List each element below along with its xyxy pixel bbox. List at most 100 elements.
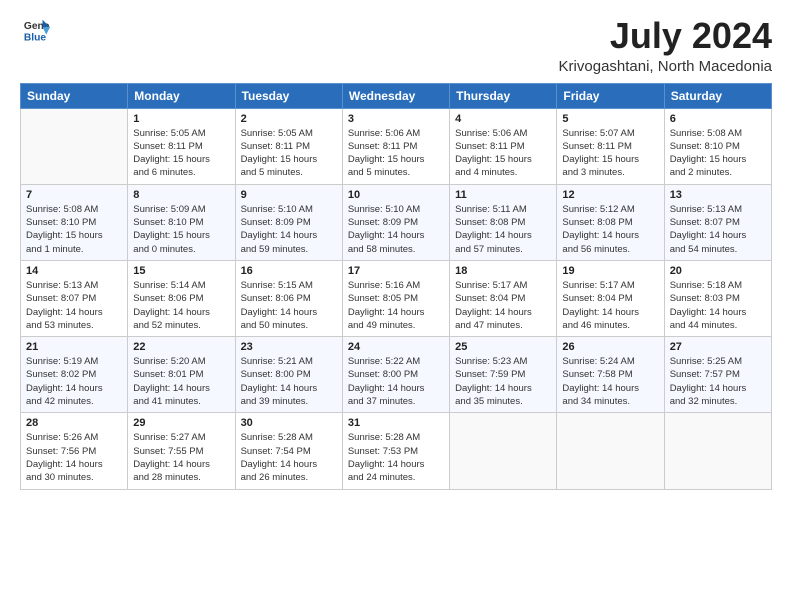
day-number: 17 [348,265,444,277]
calendar-table: Sunday Monday Tuesday Wednesday Thursday… [20,83,772,490]
day-number: 19 [562,265,658,277]
day-number: 6 [670,113,766,125]
day-number: 22 [133,341,229,353]
calendar-cell-4-3: 31 Sunrise: 5:28 AMSunset: 7:53 PMDayligh… [342,413,449,489]
day-info: Sunrise: 5:05 AMSunset: 8:11 PMDaylight:… [133,127,229,180]
calendar-cell-4-2: 30 Sunrise: 5:28 AMSunset: 7:54 PMDayligh… [235,413,342,489]
day-number: 1 [133,113,229,125]
calendar-cell-1-4: 11Sunrise: 5:11 AMSunset: 8:08 PMDayligh… [450,184,557,260]
week-row-2: 7 Sunrise: 5:08 AMSunset: 8:10 PMDaylight… [21,184,772,260]
calendar-cell-0-2: 2Sunrise: 5:05 AMSunset: 8:11 PMDaylight… [235,108,342,184]
week-row-5: 28 Sunrise: 5:26 AMSunset: 7:56 PMDayligh… [21,413,772,489]
day-number: 5 [562,113,658,125]
calendar-cell-3-5: 26Sunrise: 5:24 AMSunset: 7:58 PMDayligh… [557,337,664,413]
day-number: 20 [670,265,766,277]
calendar-cell-0-4: 4 Sunrise: 5:06 AMSunset: 8:11 PMDaylight… [450,108,557,184]
calendar-cell-3-4: 25 Sunrise: 5:23 AMSunset: 7:59 PMDayligh… [450,337,557,413]
day-info: Sunrise: 5:14 AMSunset: 8:06 PMDaylight:… [133,279,229,332]
day-info: Sunrise: 5:12 AMSunset: 8:08 PMDaylight:… [562,203,658,256]
week-row-1: 1 Sunrise: 5:05 AMSunset: 8:11 PMDaylight… [21,108,772,184]
header-sunday: Sunday [21,83,128,108]
day-number: 12 [562,189,658,201]
day-info: Sunrise: 5:25 AMSunset: 7:57 PMDaylight:… [670,355,766,408]
day-number: 21 [26,341,122,353]
day-info: Sunrise: 5:28 AMSunset: 7:53 PMDaylight:… [348,431,444,484]
weekday-header-row: Sunday Monday Tuesday Wednesday Thursday… [21,83,772,108]
calendar-cell-1-0: 7 Sunrise: 5:08 AMSunset: 8:10 PMDaylight… [21,184,128,260]
title-block: July 2024 Krivogashtani, North Macedonia [559,16,772,75]
day-number: 2 [241,113,337,125]
calendar-cell-3-0: 21 Sunrise: 5:19 AMSunset: 8:02 PMDayligh… [21,337,128,413]
day-info: Sunrise: 5:28 AMSunset: 7:54 PMDaylight:… [241,431,337,484]
day-info: Sunrise: 5:18 AMSunset: 8:03 PMDaylight:… [670,279,766,332]
calendar-cell-0-3: 3Sunrise: 5:06 AMSunset: 8:11 PMDaylight… [342,108,449,184]
calendar-cell-0-5: 5Sunrise: 5:07 AMSunset: 8:11 PMDaylight… [557,108,664,184]
calendar-cell-1-1: 8 Sunrise: 5:09 AMSunset: 8:10 PMDaylight… [128,184,235,260]
header-wednesday: Wednesday [342,83,449,108]
day-number: 23 [241,341,337,353]
day-info: Sunrise: 5:17 AMSunset: 8:04 PMDaylight:… [455,279,551,332]
day-number: 26 [562,341,658,353]
calendar-cell-3-3: 24Sunrise: 5:22 AMSunset: 8:00 PMDayligh… [342,337,449,413]
calendar-cell-4-5 [557,413,664,489]
calendar-cell-0-1: 1 Sunrise: 5:05 AMSunset: 8:11 PMDaylight… [128,108,235,184]
calendar-cell-2-1: 15Sunrise: 5:14 AMSunset: 8:06 PMDayligh… [128,260,235,336]
calendar-cell-4-0: 28 Sunrise: 5:26 AMSunset: 7:56 PMDayligh… [21,413,128,489]
calendar-cell-1-5: 12 Sunrise: 5:12 AMSunset: 8:08 PMDayligh… [557,184,664,260]
calendar-cell-2-5: 19 Sunrise: 5:17 AMSunset: 8:04 PMDayligh… [557,260,664,336]
header: General Blue July 2024 Krivogashtani, No… [20,16,772,75]
day-info: Sunrise: 5:23 AMSunset: 7:59 PMDaylight:… [455,355,551,408]
day-info: Sunrise: 5:16 AMSunset: 8:05 PMDaylight:… [348,279,444,332]
day-number: 16 [241,265,337,277]
calendar-cell-2-0: 14Sunrise: 5:13 AMSunset: 8:07 PMDayligh… [21,260,128,336]
day-number: 8 [133,189,229,201]
calendar-cell-1-6: 13Sunrise: 5:13 AMSunset: 8:07 PMDayligh… [664,184,771,260]
day-info: Sunrise: 5:22 AMSunset: 8:00 PMDaylight:… [348,355,444,408]
day-info: Sunrise: 5:17 AMSunset: 8:04 PMDaylight:… [562,279,658,332]
day-number: 18 [455,265,551,277]
day-info: Sunrise: 5:20 AMSunset: 8:01 PMDaylight:… [133,355,229,408]
day-info: Sunrise: 5:10 AMSunset: 8:09 PMDaylight:… [348,203,444,256]
week-row-4: 21 Sunrise: 5:19 AMSunset: 8:02 PMDayligh… [21,337,772,413]
day-number: 31 [348,417,444,429]
day-number: 30 [241,417,337,429]
day-number: 14 [26,265,122,277]
calendar-cell-2-3: 17 Sunrise: 5:16 AMSunset: 8:05 PMDayligh… [342,260,449,336]
day-info: Sunrise: 5:06 AMSunset: 8:11 PMDaylight:… [455,127,551,180]
calendar-cell-4-6 [664,413,771,489]
calendar-cell-2-4: 18 Sunrise: 5:17 AMSunset: 8:04 PMDayligh… [450,260,557,336]
header-thursday: Thursday [450,83,557,108]
header-monday: Monday [128,83,235,108]
day-number: 27 [670,341,766,353]
svg-text:Blue: Blue [24,32,47,43]
day-number: 11 [455,189,551,201]
logo: General Blue [20,16,50,44]
calendar-cell-1-3: 10 Sunrise: 5:10 AMSunset: 8:09 PMDayligh… [342,184,449,260]
day-number: 10 [348,189,444,201]
calendar-cell-2-6: 20 Sunrise: 5:18 AMSunset: 8:03 PMDayligh… [664,260,771,336]
main-title: July 2024 [559,16,772,56]
calendar-cell-4-1: 29Sunrise: 5:27 AMSunset: 7:55 PMDayligh… [128,413,235,489]
day-info: Sunrise: 5:09 AMSunset: 8:10 PMDaylight:… [133,203,229,256]
calendar-cell-0-0 [21,108,128,184]
day-info: Sunrise: 5:26 AMSunset: 7:56 PMDaylight:… [26,431,122,484]
day-number: 4 [455,113,551,125]
day-number: 7 [26,189,122,201]
day-number: 3 [348,113,444,125]
day-info: Sunrise: 5:19 AMSunset: 8:02 PMDaylight:… [26,355,122,408]
day-number: 28 [26,417,122,429]
calendar-cell-1-2: 9Sunrise: 5:10 AMSunset: 8:09 PMDaylight… [235,184,342,260]
calendar-cell-0-6: 6 Sunrise: 5:08 AMSunset: 8:10 PMDaylight… [664,108,771,184]
subtitle: Krivogashtani, North Macedonia [559,58,772,75]
calendar-cell-3-1: 22 Sunrise: 5:20 AMSunset: 8:01 PMDayligh… [128,337,235,413]
day-number: 9 [241,189,337,201]
week-row-3: 14Sunrise: 5:13 AMSunset: 8:07 PMDayligh… [21,260,772,336]
day-number: 25 [455,341,551,353]
calendar-cell-4-4 [450,413,557,489]
day-info: Sunrise: 5:08 AMSunset: 8:10 PMDaylight:… [26,203,122,256]
day-info: Sunrise: 5:13 AMSunset: 8:07 PMDaylight:… [670,203,766,256]
day-info: Sunrise: 5:21 AMSunset: 8:00 PMDaylight:… [241,355,337,408]
day-info: Sunrise: 5:08 AMSunset: 8:10 PMDaylight:… [670,127,766,180]
calendar-cell-3-2: 23 Sunrise: 5:21 AMSunset: 8:00 PMDayligh… [235,337,342,413]
day-info: Sunrise: 5:27 AMSunset: 7:55 PMDaylight:… [133,431,229,484]
